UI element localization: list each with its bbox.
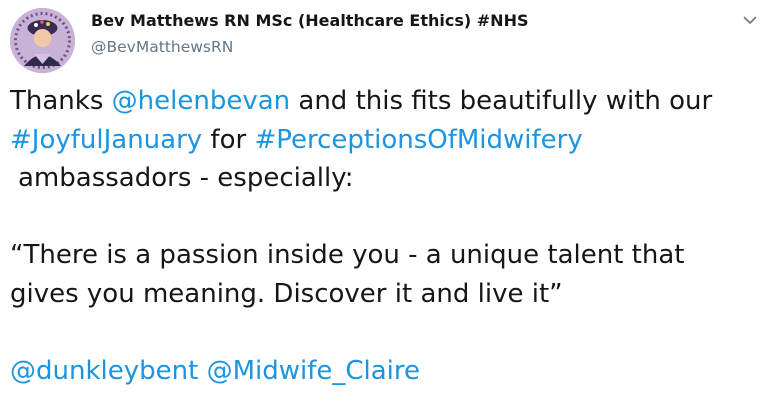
tweet-card: Bev Matthews RN MSc (Healthcare Ethics) … (0, 0, 768, 413)
tweet-author: Bev Matthews RN MSc (Healthcare Ethics) … (91, 11, 528, 56)
tweet-text-segment: and this fits beautifully with our (290, 86, 713, 116)
hashtag-link[interactable]: #PerceptionsOfMidwifery (254, 125, 582, 155)
tweet-text: Thanks @helenbevan and this fits beautif… (10, 82, 760, 390)
tweet-text-segment: Thanks (10, 86, 112, 116)
chevron-down-icon[interactable] (740, 10, 760, 30)
mention-link[interactable]: @dunkleybent (10, 356, 198, 386)
author-display-name[interactable]: Bev Matthews RN MSc (Healthcare Ethics) … (91, 11, 528, 31)
avatar[interactable] (10, 8, 75, 73)
author-handle[interactable]: @BevMatthewsRN (91, 38, 528, 56)
tweet-text-segment: for (202, 124, 255, 155)
mention-link[interactable]: @helenbevan (112, 86, 290, 116)
tweet-line: #JoyfulJanuary for #PerceptionsOfMidwife… (10, 121, 760, 160)
tweet-line: ambassadors - especially: (18, 163, 354, 193)
mention-link[interactable]: @Midwife_Claire (207, 356, 420, 386)
hashtag-link[interactable]: #JoyfulJanuary (10, 125, 202, 155)
tweet-line: @dunkleybent @Midwife_Claire (10, 352, 760, 391)
quote-line: “There is a passion inside you - a uniqu… (10, 240, 685, 270)
quote-line: gives you meaning. Discover it and live … (10, 278, 563, 309)
tweet-line: Thanks @helenbevan and this fits beautif… (10, 82, 760, 121)
